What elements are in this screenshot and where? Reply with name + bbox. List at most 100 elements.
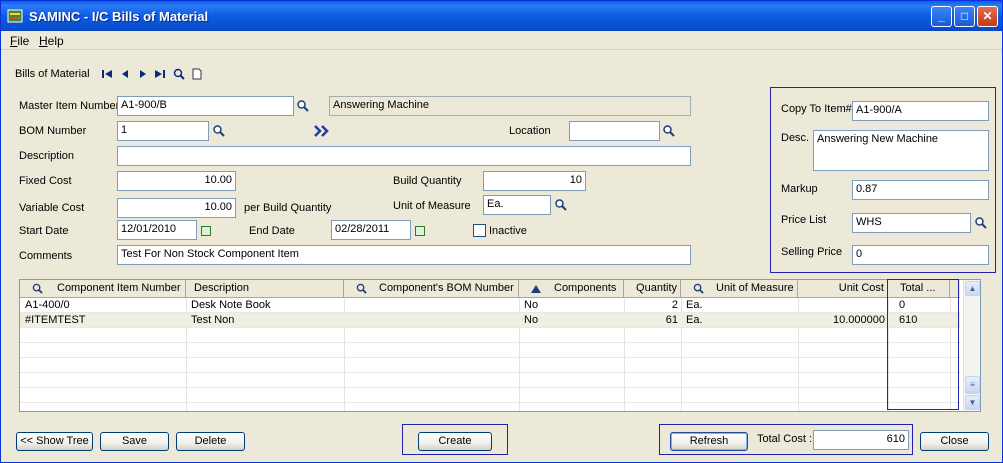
last-record-icon[interactable] bbox=[154, 68, 166, 80]
cell-component: A1-400/0 bbox=[25, 299, 70, 311]
price-list-input[interactable]: WHS bbox=[852, 213, 971, 233]
inactive-label: Inactive bbox=[489, 225, 527, 237]
table-row[interactable]: A1-400/0 Desk Note Book No 2 Ea. 0 bbox=[20, 298, 960, 313]
copy-desc-input[interactable]: Answering New Machine bbox=[813, 130, 989, 171]
title-bar[interactable]: SAMINC - I/C Bills of Material _ □ ✕ bbox=[1, 1, 1002, 31]
bom-number-input[interactable]: 1 bbox=[117, 121, 209, 141]
unit-of-measure-lookup-icon[interactable] bbox=[554, 198, 568, 212]
toolbar-label: Bills of Material bbox=[15, 68, 90, 80]
comments-label: Comments bbox=[19, 250, 73, 262]
location-lookup-icon[interactable] bbox=[662, 124, 676, 138]
variable-cost-label: Variable Cost bbox=[19, 202, 85, 214]
close-button[interactable]: Close bbox=[920, 432, 989, 451]
table-row[interactable] bbox=[20, 343, 960, 358]
column-search-icon[interactable] bbox=[32, 283, 43, 294]
markup-input[interactable]: 0.87 bbox=[852, 180, 989, 200]
total-column-highlight bbox=[887, 279, 959, 410]
first-record-icon[interactable] bbox=[101, 68, 113, 80]
build-quantity-input[interactable]: 10 bbox=[483, 171, 586, 191]
end-date-input[interactable]: 02/28/2011 bbox=[331, 220, 411, 240]
variable-cost-input[interactable]: 10.00 bbox=[117, 198, 236, 218]
start-date-calendar-icon[interactable] bbox=[201, 226, 211, 236]
search-icon[interactable] bbox=[173, 68, 185, 80]
column-unit-of-measure[interactable]: Unit of Measure bbox=[681, 280, 798, 298]
copy-desc-label: Desc. bbox=[781, 132, 810, 144]
app-icon bbox=[7, 9, 23, 23]
table-row[interactable] bbox=[20, 373, 960, 388]
show-tree-button[interactable]: << Show Tree bbox=[16, 432, 93, 451]
table-row[interactable] bbox=[20, 388, 960, 403]
menu-file-label: ile bbox=[17, 34, 30, 48]
unit-of-measure-input[interactable]: Ea. bbox=[483, 195, 551, 215]
menu-help[interactable]: Help bbox=[39, 34, 64, 48]
column-label: Component's BOM Number bbox=[379, 282, 514, 294]
cell-unit-cost: 10.000000 bbox=[833, 314, 885, 326]
comments-input[interactable]: Test For Non Stock Component Item bbox=[117, 245, 691, 265]
close-window-button[interactable]: ✕ bbox=[977, 6, 998, 27]
refresh-button[interactable]: Refresh bbox=[670, 432, 748, 451]
end-date-calendar-icon[interactable] bbox=[415, 226, 425, 236]
table-row[interactable] bbox=[20, 328, 960, 343]
new-document-icon[interactable] bbox=[191, 68, 203, 80]
window-title: SAMINC - I/C Bills of Material bbox=[29, 9, 209, 24]
maximize-button[interactable]: □ bbox=[954, 6, 975, 27]
bom-number-lookup-icon[interactable] bbox=[212, 124, 226, 138]
price-list-lookup-icon[interactable] bbox=[974, 216, 988, 230]
table-row[interactable]: #ITEMTEST Test Non No 61 Ea. 10.000000 6… bbox=[20, 313, 960, 328]
scroll-down-button[interactable]: ▼ bbox=[965, 395, 980, 410]
sort-ascending-icon[interactable] bbox=[531, 285, 541, 293]
grid-scrollbar[interactable]: ▲ ≡ ▼ bbox=[963, 280, 980, 411]
cell-components: No bbox=[524, 314, 539, 326]
description-input[interactable] bbox=[117, 146, 691, 166]
column-quantity[interactable]: Quantity bbox=[624, 280, 681, 298]
unit-of-measure-label: Unit of Measure bbox=[393, 200, 471, 212]
selling-price-input[interactable]: 0 bbox=[852, 245, 989, 265]
column-search-icon[interactable] bbox=[356, 283, 367, 294]
location-label: Location bbox=[509, 125, 551, 137]
start-date-label: Start Date bbox=[19, 225, 69, 237]
previous-record-icon[interactable] bbox=[119, 68, 131, 80]
menu-bar: File Help bbox=[1, 31, 1002, 50]
column-label: Quantity bbox=[636, 282, 677, 294]
table-row[interactable] bbox=[20, 358, 960, 373]
cell-uom: Ea. bbox=[686, 314, 703, 326]
location-input[interactable] bbox=[569, 121, 660, 141]
description-label: Description bbox=[19, 150, 75, 162]
save-button[interactable]: Save bbox=[100, 432, 169, 451]
column-label: Components bbox=[554, 282, 617, 294]
end-date-label: End Date bbox=[249, 225, 295, 237]
column-components[interactable]: Components bbox=[519, 280, 624, 298]
price-list-label: Price List bbox=[781, 214, 827, 226]
create-button[interactable]: Create bbox=[418, 432, 492, 451]
column-component-item-number[interactable]: Component Item Number bbox=[20, 280, 186, 298]
column-label: Component Item Number bbox=[57, 282, 181, 294]
column-components-bom-number[interactable]: Component's BOM Number bbox=[344, 280, 519, 298]
master-item-input[interactable]: A1-900/B bbox=[117, 96, 294, 116]
master-item-lookup-icon[interactable] bbox=[296, 99, 310, 113]
cell-comp-bom bbox=[346, 298, 519, 313]
copy-to-item-input[interactable]: A1-900/A bbox=[852, 101, 989, 121]
inactive-checkbox[interactable] bbox=[473, 224, 486, 237]
cell-component: #ITEMTEST bbox=[25, 314, 86, 326]
menu-help-key: H bbox=[39, 34, 48, 48]
delete-button[interactable]: Delete bbox=[176, 432, 245, 451]
scroll-up-button[interactable]: ▲ bbox=[965, 281, 980, 296]
minimize-button[interactable]: _ bbox=[931, 6, 952, 27]
cell-description: Test Non bbox=[191, 314, 235, 326]
per-build-quantity-label: per Build Quantity bbox=[244, 202, 332, 214]
cell-quantity: 61 bbox=[665, 314, 678, 326]
double-chevron-right-icon[interactable] bbox=[313, 124, 331, 138]
cell-comp-bom bbox=[346, 313, 519, 328]
column-label: Unit of Measure bbox=[716, 282, 794, 294]
start-date-input[interactable]: 12/01/2010 bbox=[117, 220, 197, 240]
menu-file[interactable]: File bbox=[10, 34, 29, 48]
column-search-icon[interactable] bbox=[693, 283, 704, 294]
column-description[interactable]: Description bbox=[186, 280, 344, 298]
cell-uom: Ea. bbox=[686, 299, 703, 311]
cell-description: Desk Note Book bbox=[191, 299, 271, 311]
scroll-thumb[interactable]: ≡ bbox=[965, 376, 980, 394]
column-unit-cost[interactable]: Unit Cost bbox=[798, 280, 888, 298]
next-record-icon[interactable] bbox=[137, 68, 149, 80]
components-grid[interactable]: Component Item Number Description Compon… bbox=[19, 279, 981, 412]
fixed-cost-input[interactable]: 10.00 bbox=[117, 171, 236, 191]
